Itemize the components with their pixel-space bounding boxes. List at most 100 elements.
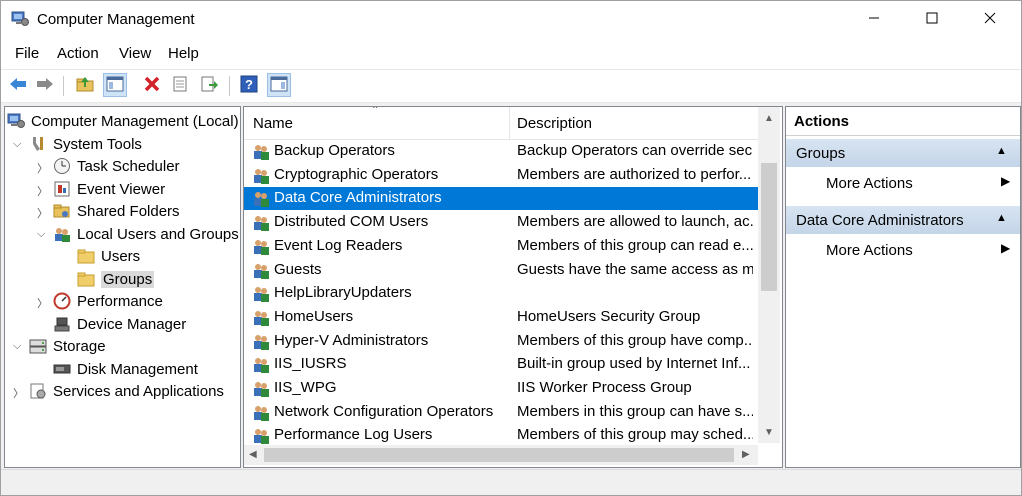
group-description: Members of this group have comp... (517, 331, 753, 349)
tree-item-shared-folders[interactable]: Shared Folders (53, 200, 180, 222)
computer-management-app-icon (11, 11, 29, 27)
chevron-right-icon[interactable]: 〉 (37, 183, 48, 199)
collapse-up-icon[interactable]: ▲ (996, 212, 1007, 224)
maximize-button[interactable] (909, 1, 955, 37)
forward-icon (35, 76, 55, 95)
minimize-button[interactable] (851, 1, 897, 37)
delete-button[interactable] (140, 73, 164, 97)
tree-item-computer-management[interactable]: Computer Management (Local) (7, 110, 239, 132)
group-description: Members are authorized to perfor... (517, 165, 752, 183)
horizontal-scrollbar[interactable]: ◀ ▶ (244, 445, 758, 465)
table-row[interactable]: Data Core Administrators (244, 187, 758, 211)
tree-item-performance[interactable]: Performance (53, 290, 163, 312)
tree-item-device-manager[interactable]: Device Manager (53, 313, 186, 335)
tree-item-services-and-applications[interactable]: Services and Applications (29, 380, 224, 402)
collapse-up-icon[interactable]: ▲ (996, 145, 1007, 157)
table-row[interactable]: Performance Log Users Members of this gro… (244, 424, 758, 447)
actions-section-groups[interactable]: Groups ▲ (786, 139, 1020, 167)
title-bar[interactable]: Computer Management (1, 1, 1021, 37)
tree-item-disk-management[interactable]: Disk Management (53, 358, 198, 380)
group-icon (252, 309, 270, 327)
chevron-right-icon[interactable]: 〉 (37, 160, 48, 176)
table-row[interactable]: Event Log Readers Members of this group c… (244, 235, 758, 258)
groups-list-view[interactable]: ⌃ Name Description Backup Operators Backu… (243, 106, 783, 468)
vertical-scroll-thumb[interactable] (761, 163, 777, 291)
group-name: IIS_IUSRS (274, 355, 347, 373)
table-row[interactable]: Cryptographic Operators Members are autho… (244, 164, 758, 187)
scroll-down-icon[interactable]: ▼ (764, 427, 774, 438)
folder-icon (77, 270, 95, 288)
toolbar-separator (63, 76, 64, 96)
back-icon (8, 76, 28, 95)
chevron-right-icon[interactable]: 〉 (37, 295, 48, 311)
group-description: Backup Operators can override sec... (517, 142, 753, 159)
tree-label: Disk Management (77, 360, 198, 378)
tree-label: Groups (101, 270, 155, 288)
scroll-right-icon[interactable]: ▶ (742, 449, 750, 460)
table-row[interactable]: Network Configuration Operators Members i… (244, 401, 758, 424)
scroll-up-icon[interactable]: ▲ (764, 113, 774, 124)
group-name: HelpLibraryUpdaters (274, 284, 412, 302)
toolbar-separator (229, 76, 230, 96)
console-tree[interactable]: Computer Management (Local) ⌵ System Too… (4, 106, 241, 468)
table-row[interactable]: Guests Guests have the same access as m..… (244, 259, 758, 282)
window-title: Computer Management (37, 11, 195, 28)
storage-icon (29, 337, 47, 355)
tree-label: System Tools (53, 135, 142, 153)
table-row[interactable]: IIS_WPG IIS Worker Process Group (244, 377, 758, 400)
table-row[interactable]: IIS_IUSRS Built-in group used by Internet… (244, 353, 758, 376)
column-divider[interactable] (509, 107, 510, 139)
group-icon (252, 356, 270, 374)
tree-label: Users (101, 247, 141, 265)
show-hide-console-tree-button[interactable] (103, 73, 127, 97)
group-name: Data Core Administrators (274, 189, 442, 207)
chevron-down-icon[interactable]: ⌵ (13, 138, 21, 151)
tree-item-storage[interactable]: Storage (29, 335, 106, 357)
column-header-description[interactable]: Description (517, 115, 592, 132)
menu-action[interactable]: Action (57, 45, 99, 62)
tree-label: Computer Management (Local) (31, 112, 239, 130)
horizontal-scroll-thumb[interactable] (264, 448, 734, 462)
chevron-down-icon[interactable]: ⌵ (37, 228, 45, 241)
tree-item-system-tools[interactable]: System Tools (29, 133, 142, 155)
menu-help[interactable]: Help (168, 45, 199, 62)
group-icon (252, 404, 270, 422)
more-actions-selected-group[interactable]: More Actions ▶ (786, 236, 1020, 264)
close-button[interactable] (967, 1, 1013, 37)
table-row[interactable]: HelpLibraryUpdaters (244, 282, 758, 305)
up-one-level-button[interactable] (73, 73, 97, 97)
group-name: Hyper-V Administrators (274, 331, 429, 349)
tree-item-local-users-and-groups[interactable]: Local Users and Groups (53, 223, 239, 245)
column-header-name[interactable]: Name (253, 115, 293, 132)
properties-button[interactable] (168, 73, 192, 97)
export-list-button[interactable] (197, 73, 221, 97)
chevron-right-icon[interactable]: 〉 (37, 205, 48, 221)
disk-management-icon (53, 360, 71, 378)
menu-file[interactable]: File (15, 45, 39, 62)
scroll-left-icon[interactable]: ◀ (249, 449, 257, 460)
menu-view[interactable]: View (119, 45, 151, 62)
forward-button[interactable] (33, 73, 57, 97)
tree-item-users[interactable]: Users (77, 245, 140, 267)
tree-item-event-viewer[interactable]: Event Viewer (53, 178, 165, 200)
tree-label: Services and Applications (53, 382, 224, 400)
help-button[interactable]: ? (237, 73, 261, 97)
actions-section-selected-group[interactable]: Data Core Administrators ▲ (786, 206, 1020, 234)
chevron-right-icon[interactable]: 〉 (13, 385, 24, 401)
group-name: Guests (274, 260, 322, 278)
vertical-scrollbar[interactable]: ▲ ▼ (758, 107, 780, 443)
table-row[interactable]: Distributed COM Users Members are allowed… (244, 211, 758, 234)
tree-item-task-scheduler[interactable]: Task Scheduler (53, 155, 180, 177)
chevron-down-icon[interactable]: ⌵ (13, 340, 21, 353)
show-hide-action-pane-button[interactable] (267, 73, 291, 97)
back-button[interactable] (6, 73, 30, 97)
status-bar (1, 469, 1021, 495)
table-row[interactable]: HomeUsers HomeUsers Security Group (244, 306, 758, 329)
group-description: Built-in group used by Internet Inf... (517, 355, 751, 373)
more-actions-groups[interactable]: More Actions ▶ (786, 169, 1020, 197)
tree-label: Device Manager (77, 315, 187, 333)
table-row[interactable]: Hyper-V Administrators Members of this gr… (244, 330, 758, 353)
group-icon (252, 380, 270, 398)
table-row[interactable]: Backup Operators Backup Operators can ove… (244, 140, 758, 163)
tree-item-groups[interactable]: Groups (77, 268, 155, 290)
